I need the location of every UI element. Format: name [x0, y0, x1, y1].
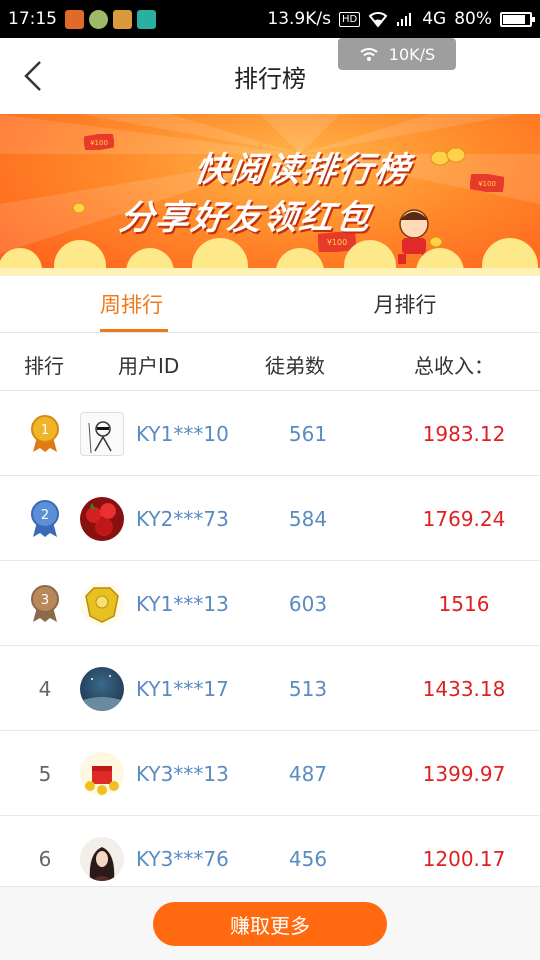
tab-monthly-label: 月排行 — [373, 293, 437, 317]
app-notification-icon — [89, 9, 108, 29]
user-id: KY1***17 — [136, 677, 229, 701]
svg-text:1: 1 — [41, 423, 49, 438]
active-tab-indicator — [100, 329, 168, 332]
promo-banner[interactable]: ¥100 ¥100 ¥100 快阅读排行榜 分享好友领红包 — [0, 114, 540, 276]
table-row[interactable]: 5 KY3***13 487 1399.97 — [0, 731, 540, 816]
bottom-bar: 赚取更多 — [0, 886, 540, 960]
banner-headline: 快阅读排行榜 — [191, 150, 414, 190]
gold-medal-icon: 1 — [31, 415, 59, 452]
user-id: KY3***13 — [136, 762, 229, 786]
avatar — [80, 582, 124, 626]
disciple-count: 487 — [288, 762, 328, 786]
red-envelope-icon: ¥100 — [470, 174, 504, 192]
svg-text:¥100: ¥100 — [478, 180, 496, 188]
bronze-medal-icon: 3 — [31, 585, 59, 622]
notification-icons — [65, 9, 156, 29]
rank-number: 4 — [38, 677, 52, 701]
rank-number: 6 — [38, 847, 52, 871]
app-notification-icon — [137, 9, 156, 29]
svg-text:2: 2 — [41, 508, 49, 523]
svg-text:¥100: ¥100 — [90, 139, 108, 147]
total-income: 1200.17 — [422, 847, 506, 871]
network-type: 4G — [422, 9, 447, 29]
avatar — [80, 667, 124, 711]
battery-percent: 80% — [454, 9, 492, 29]
app-notification-icon — [65, 9, 84, 29]
disciple-count: 584 — [288, 507, 328, 531]
gold-coin-icon — [430, 147, 466, 166]
user-id: KY1***13 — [136, 592, 229, 616]
table-row[interactable]: 1 KY1***10 561 1983.12 — [0, 391, 540, 476]
page-title: 排行榜 — [234, 64, 306, 93]
wifi-icon — [360, 48, 378, 61]
disciple-count: 456 — [288, 847, 328, 871]
column-user-id: 用户ID — [118, 354, 180, 378]
back-button[interactable] — [16, 56, 50, 96]
table-header: 排行 用户ID 徒弟数 总收入： — [0, 333, 540, 391]
app-notification-icon — [113, 9, 132, 29]
hd-icon: HD — [338, 11, 361, 27]
user-id: KY1***10 — [136, 422, 229, 446]
svg-text:3: 3 — [41, 593, 49, 608]
tab-weekly[interactable]: 周排行 — [0, 276, 270, 332]
status-time: 17:15 — [8, 9, 57, 29]
disciple-count: 603 — [288, 592, 328, 616]
total-income: 1769.24 — [422, 507, 506, 531]
tab-weekly-label: 周排行 — [100, 293, 163, 317]
avatar — [80, 752, 124, 796]
signal-icon — [397, 13, 412, 26]
rank-number: 5 — [38, 762, 52, 786]
ranking-tabs: 周排行 月排行 — [0, 276, 540, 333]
app-header: 排行榜 10K/S — [0, 38, 540, 114]
total-income: 1399.97 — [422, 762, 506, 786]
disciple-count: 561 — [288, 422, 328, 446]
banner-clouds — [0, 238, 540, 276]
network-speed: 13.9K/s — [267, 9, 331, 29]
avatar — [80, 497, 124, 541]
earn-more-button[interactable]: 赚取更多 — [153, 902, 387, 946]
tab-monthly[interactable]: 月排行 — [270, 276, 540, 332]
total-income: 1516 — [438, 592, 490, 616]
ranking-list: 1 KY1***10 561 1983.12 2 KY2***73 584 17… — [0, 391, 540, 901]
battery-icon — [500, 11, 535, 27]
total-income: 1983.12 — [422, 422, 506, 446]
user-id: KY3***76 — [136, 847, 229, 871]
disciple-count: 513 — [288, 677, 328, 701]
column-disciples: 徒弟数 — [265, 354, 325, 378]
avatar — [80, 837, 124, 881]
table-row[interactable]: 4 KY1***17 513 1433.18 — [0, 646, 540, 731]
table-row[interactable]: 2 KY2***73 584 1769.24 — [0, 476, 540, 561]
user-id: KY2***73 — [136, 507, 229, 531]
column-income: 总收入： — [414, 354, 494, 378]
chevron-left-icon — [24, 61, 41, 91]
red-envelope-icon: ¥100 — [84, 134, 114, 150]
table-row[interactable]: 3 KY1***13 603 1516 — [0, 561, 540, 646]
wifi-icon — [368, 12, 388, 27]
status-bar: 17:15 13.9K/s HD 4G 80% — [0, 0, 540, 38]
column-rank: 排行 — [24, 354, 64, 378]
gold-coin-icon — [72, 202, 86, 214]
silver-medal-icon: 2 — [31, 500, 59, 537]
avatar — [80, 412, 124, 456]
speed-toast: 10K/S — [338, 38, 456, 70]
speed-toast-value: 10K/S — [388, 44, 436, 64]
total-income: 1433.18 — [422, 677, 506, 701]
